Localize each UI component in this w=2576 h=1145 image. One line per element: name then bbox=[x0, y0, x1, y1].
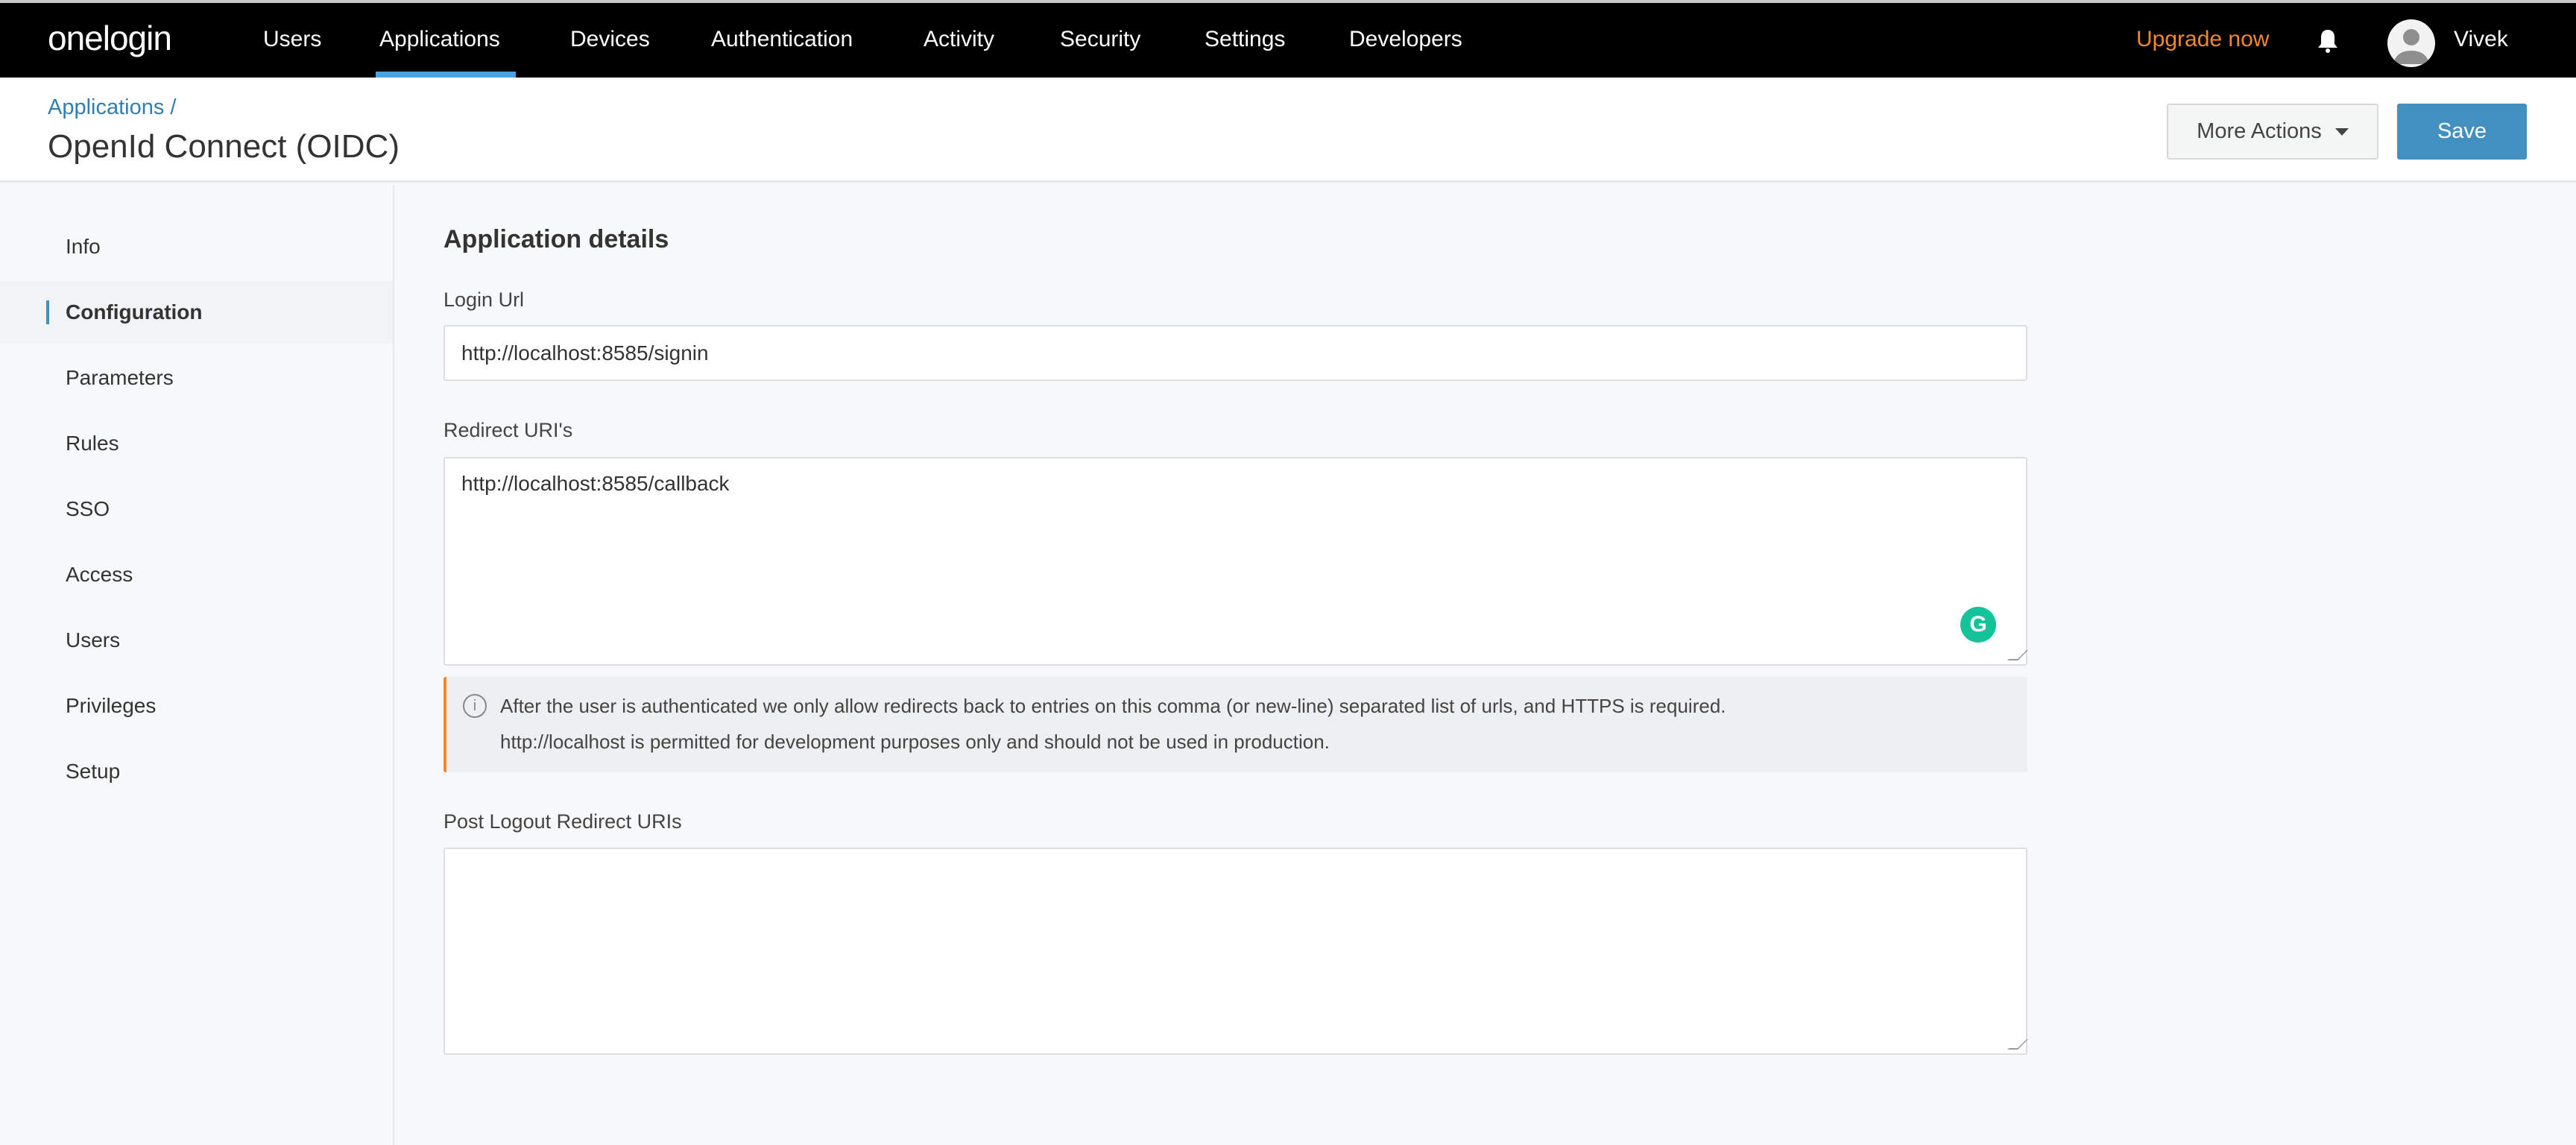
onelogin-logo[interactable]: onelogin bbox=[48, 18, 171, 58]
redirect-uris-textarea[interactable]: http://localhost:8585/callback bbox=[443, 457, 2027, 666]
section-title: Application details bbox=[443, 225, 669, 254]
user-name[interactable]: Vivek bbox=[2454, 27, 2508, 52]
page-header: Applications / OpenId Connect (OIDC) Mor… bbox=[0, 78, 2576, 183]
sidebar-item-setup[interactable]: Setup bbox=[0, 740, 393, 803]
sidebar-item-sso[interactable]: SSO bbox=[0, 478, 393, 540]
active-nav-indicator bbox=[376, 72, 516, 78]
sidebar-item-configuration[interactable]: Configuration bbox=[0, 281, 393, 344]
redirect-uris-value: http://localhost:8585/callback bbox=[461, 472, 730, 495]
sidebar-item-info[interactable]: Info bbox=[0, 215, 393, 278]
sidebar: Info Configuration Parameters Rules SSO … bbox=[0, 185, 394, 1145]
nav-authentication[interactable]: Authentication bbox=[711, 27, 853, 52]
sidebar-item-access[interactable]: Access bbox=[0, 543, 393, 606]
nav-applications[interactable]: Applications bbox=[379, 27, 500, 52]
sidebar-item-rules[interactable]: Rules bbox=[0, 412, 393, 475]
active-indicator bbox=[46, 300, 49, 324]
grammarly-icon[interactable]: G bbox=[1960, 607, 1996, 643]
info-line-2: http://localhost is permitted for develo… bbox=[500, 731, 1330, 754]
nav-developers[interactable]: Developers bbox=[1349, 27, 1462, 52]
sidebar-item-parameters[interactable]: Parameters bbox=[0, 347, 393, 409]
save-button[interactable]: Save bbox=[2397, 104, 2527, 160]
sidebar-item-privileges[interactable]: Privileges bbox=[0, 675, 393, 737]
post-logout-uris-textarea[interactable] bbox=[443, 848, 2027, 1055]
bell-icon[interactable] bbox=[2317, 28, 2339, 54]
more-actions-button[interactable]: More Actions bbox=[2167, 104, 2378, 160]
post-logout-label: Post Logout Redirect URIs bbox=[443, 810, 682, 833]
nav-settings[interactable]: Settings bbox=[1205, 27, 1285, 52]
sidebar-item-users[interactable]: Users bbox=[0, 609, 393, 672]
info-line-1: After the user is authenticated we only … bbox=[500, 695, 1726, 718]
upgrade-now-link[interactable]: Upgrade now bbox=[2136, 27, 2269, 52]
avatar[interactable] bbox=[2387, 19, 2435, 67]
login-url-label: Login Url bbox=[443, 288, 524, 312]
nav-users[interactable]: Users bbox=[263, 27, 321, 52]
info-icon: i bbox=[463, 694, 487, 718]
nav-devices[interactable]: Devices bbox=[570, 27, 650, 52]
sidebar-item-label: Configuration bbox=[66, 300, 203, 324]
nav-security[interactable]: Security bbox=[1060, 27, 1140, 52]
login-url-input[interactable]: http://localhost:8585/signin bbox=[443, 325, 2027, 381]
info-note: i After the user is authenticated we onl… bbox=[443, 677, 2027, 772]
top-nav: onelogin Users Applications Devices Auth… bbox=[0, 0, 2576, 78]
nav-activity[interactable]: Activity bbox=[924, 27, 994, 52]
breadcrumb[interactable]: Applications / bbox=[48, 95, 177, 120]
page-title: OpenId Connect (OIDC) bbox=[48, 128, 400, 165]
more-actions-label: More Actions bbox=[2197, 119, 2322, 144]
caret-down-icon bbox=[2335, 128, 2349, 136]
redirect-uris-label: Redirect URI's bbox=[443, 419, 572, 442]
